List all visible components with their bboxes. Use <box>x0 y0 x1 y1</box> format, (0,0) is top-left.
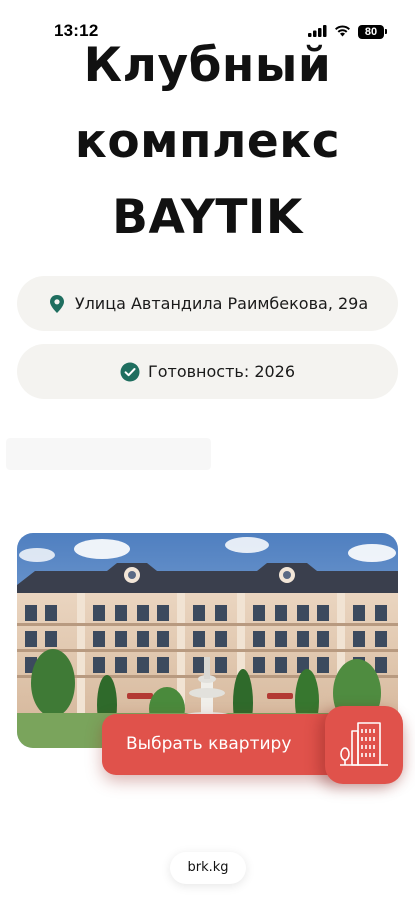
choose-apartment-button[interactable]: Выбрать квартиру <box>102 706 403 784</box>
battery-tip <box>385 29 387 34</box>
wifi-icon <box>334 22 351 41</box>
address-text: Улица Автандила Раимбекова, 29а <box>74 294 369 313</box>
faded-decoration <box>6 432 211 476</box>
page-title: Клубный комплекс BAYTIK <box>0 28 415 256</box>
readiness-text: Готовность: 2026 <box>147 362 296 381</box>
check-circle-icon <box>120 362 140 382</box>
readiness-pill: Готовность: 2026 <box>17 344 398 399</box>
title-line-3: BAYTIK <box>112 190 303 245</box>
building-icon <box>325 706 403 784</box>
address-pill[interactable]: Улица Автандила Раимбекова, 29а <box>17 276 398 331</box>
status-time: 13:12 <box>54 21 99 40</box>
website-link[interactable]: brk.kg <box>170 852 246 884</box>
status-bar: 13:12 80 <box>0 0 415 54</box>
status-icons: 80 <box>308 22 387 41</box>
title-line-2: комплекс <box>74 114 341 169</box>
choose-apartment-label: Выбрать квартиру <box>126 734 292 754</box>
map-pin-icon <box>47 294 67 314</box>
cellular-signal-icon <box>308 22 327 41</box>
battery-indicator: 80 <box>358 24 387 39</box>
battery-level: 80 <box>358 24 384 39</box>
